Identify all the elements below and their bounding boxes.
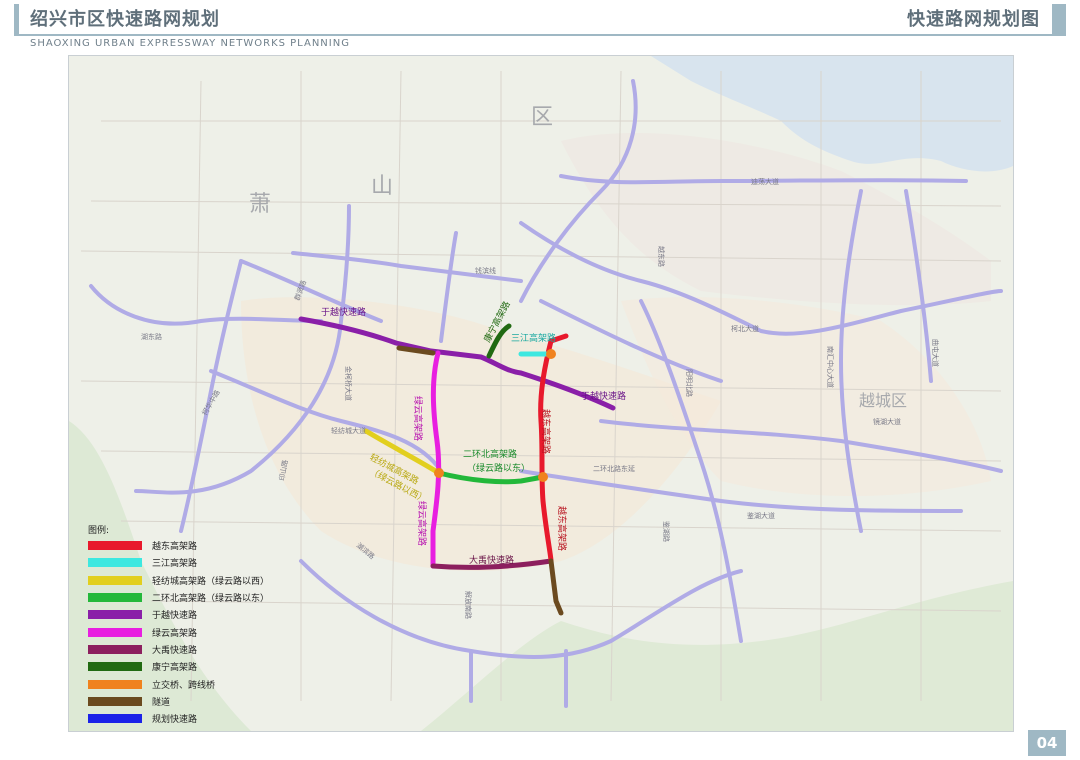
street-label-jianhu: 鉴湖大道 [747, 511, 775, 520]
legend-swatch [88, 644, 142, 654]
legend-item: 三江高架路 [88, 554, 348, 571]
page-title: 绍兴市区快速路网规划 [30, 9, 220, 30]
street-label-hudong: 湖东路 [141, 332, 162, 341]
district-label-yuecheng: 越城区 [859, 391, 907, 410]
section-title: 快速路网规划图 [907, 9, 1040, 30]
district-label-shan: 山 [371, 174, 393, 199]
legend-swatch [88, 714, 142, 724]
street-label-qianbin: 钱滨线 [475, 266, 496, 275]
legend-item: 规划快速路 [88, 710, 348, 727]
street-label-erhuan-east: 二环北路东延 [593, 464, 635, 473]
street-label-jinkeqiao: 金柯桥大道 [344, 366, 353, 401]
header-accent-left [14, 4, 19, 34]
legend-label: 于越快速路 [152, 611, 198, 622]
legend-item: 大禹快速路 [88, 641, 348, 658]
legend-label: 越东高架路 [152, 542, 198, 553]
label-sanjiang: 三江高架路 [511, 332, 556, 344]
label-yuedong-north: 越东高架路 [540, 409, 552, 454]
street-label-kebei: 柯北大道 [731, 324, 759, 333]
legend-item: 于越快速路 [88, 606, 348, 623]
legend-item: 立交桥、跨线桥 [88, 675, 348, 692]
legend-swatch [88, 558, 142, 568]
legend-swatch [88, 662, 142, 672]
map-legend: 图例: 越东高架路 三江高架路 轻纺城高架路（绿云路以西） 二环北高架路（绿云路… [88, 523, 348, 727]
legend-title: 图例: [88, 526, 110, 536]
legend-swatch [88, 541, 142, 551]
street-label-yangming: 阳明北路 [685, 369, 694, 397]
legend-item: 越东高架路 [88, 537, 348, 554]
street-label-jiefang-south: 解放南路 [464, 591, 473, 619]
label-yuedong-south: 越东高架路 [556, 506, 568, 551]
legend-swatch [88, 696, 142, 706]
legend-label: 绿云高架路 [152, 628, 198, 639]
legend-label: 康宁高架路 [152, 663, 198, 674]
street-label-jinghu: 镜湖大道 [873, 417, 901, 426]
page-subtitle: SHAOXING URBAN EXPRESSWAY NETWORKS PLANN… [30, 38, 350, 49]
street-label-nanhui: 南汇中心大道 [826, 346, 835, 388]
label-yuyue-west: 于越快速路 [321, 306, 366, 318]
label-erhuan-note: （绿云路以东） [467, 462, 530, 474]
header-rule [14, 34, 1066, 36]
legend-swatch [88, 575, 142, 585]
legend-item: 二环北高架路（绿云路以东） [88, 589, 348, 606]
label-lvyun-south: 绿云高架路 [416, 501, 428, 546]
district-label-xiao: 萧 [249, 192, 271, 217]
legend-label: 立交桥、跨线桥 [152, 680, 216, 691]
legend-item: 隧道 [88, 693, 348, 710]
street-label-qingfangcheng: 轻纺城大道 [331, 426, 366, 435]
street-label-qutun: 曲屯大道 [931, 339, 940, 367]
street-label-didang: 迪荡大道 [751, 177, 779, 186]
legend-item: 康宁高架路 [88, 658, 348, 675]
legend-item: 轻纺城高架路（绿云路以西） [88, 572, 348, 589]
legend-label: 三江高架路 [152, 559, 198, 570]
legend-label: 规划快速路 [152, 715, 198, 726]
legend-label: 大禹快速路 [152, 645, 198, 656]
label-dayu: 大禹快速路 [469, 554, 514, 566]
legend-item: 绿云高架路 [88, 623, 348, 640]
label-yuyue-east: 于越快速路 [581, 390, 626, 402]
label-erhuan: 二环北高架路 [463, 448, 517, 460]
street-label-jianhu-road: 鉴湖路 [662, 521, 671, 542]
legend-swatch [88, 610, 142, 620]
legend-swatch [88, 627, 142, 637]
district-label-qu: 区 [531, 105, 553, 130]
street-label-yuedong-road: 越东路 [657, 246, 666, 267]
legend-swatch [88, 679, 142, 689]
page-number: 04 [1028, 730, 1066, 756]
legend-label: 二环北高架路（绿云路以东） [152, 594, 270, 605]
header-accent-right [1052, 4, 1066, 34]
legend-label: 轻纺城高架路（绿云路以西） [152, 576, 270, 587]
legend-swatch [88, 593, 142, 603]
label-lvyun-north: 绿云高架路 [412, 396, 424, 441]
legend-label: 隧道 [152, 697, 171, 708]
